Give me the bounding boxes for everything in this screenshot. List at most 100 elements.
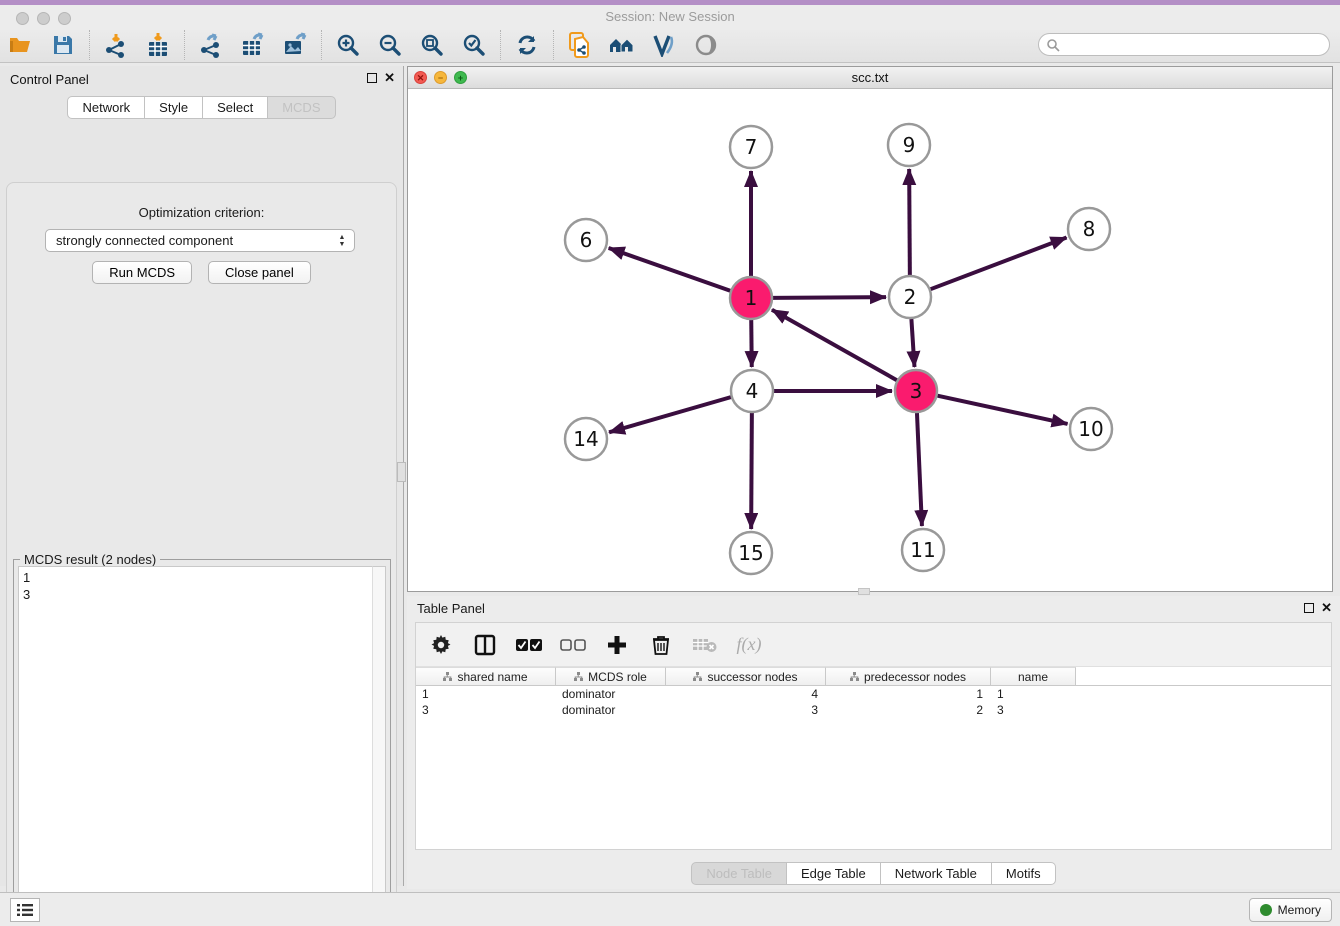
cell[interactable]: dominator xyxy=(556,702,666,718)
zoom-fit-icon[interactable] xyxy=(413,29,451,61)
tab-network[interactable]: Network xyxy=(67,96,145,119)
graph-edge-1-2[interactable] xyxy=(773,297,886,298)
home-layout-icon[interactable] xyxy=(603,29,641,61)
graph-node-14[interactable]: 14 xyxy=(565,418,607,460)
delete-column-icon[interactable] xyxy=(648,632,674,658)
tab-motifs[interactable]: Motifs xyxy=(992,862,1056,885)
clone-network-icon[interactable] xyxy=(561,29,599,61)
network-splitter-grip[interactable] xyxy=(858,588,870,595)
graph-node-1[interactable]: 1 xyxy=(730,277,772,319)
graph-node-9[interactable]: 9 xyxy=(888,124,930,166)
close-panel-button[interactable]: Close panel xyxy=(208,261,311,284)
graph-edge-2-8[interactable] xyxy=(931,238,1067,290)
graph-node-11[interactable]: 11 xyxy=(902,529,944,571)
tab-network-table[interactable]: Network Table xyxy=(881,862,992,885)
graph-edge-2-3[interactable] xyxy=(911,319,914,367)
cell[interactable]: 3 xyxy=(666,702,826,718)
graph-node-8[interactable]: 8 xyxy=(1068,208,1110,250)
tab-style[interactable]: Style xyxy=(145,96,203,119)
select-all-checks-icon[interactable] xyxy=(516,632,542,658)
control-panel-title: Control Panel xyxy=(10,72,89,87)
function-builder-icon[interactable]: f(x) xyxy=(736,632,762,658)
import-network-icon[interactable] xyxy=(97,29,135,61)
table-row[interactable]: 3dominator323 xyxy=(416,702,1331,718)
optimization-criterion-select[interactable]: strongly connected component ▲▼ xyxy=(45,229,355,252)
settings-gear-icon[interactable] xyxy=(428,632,454,658)
graph-node-2[interactable]: 2 xyxy=(889,276,931,318)
svg-text:1: 1 xyxy=(745,286,758,310)
open-folder-icon[interactable] xyxy=(2,29,40,61)
zoom-out-icon[interactable] xyxy=(371,29,409,61)
cell[interactable]: 3 xyxy=(416,702,556,718)
cell[interactable]: 3 xyxy=(991,702,1076,718)
graph-node-3[interactable]: 3 xyxy=(895,370,937,412)
column-header-predecessor-nodes[interactable]: predecessor nodes xyxy=(826,667,991,685)
import-table-icon[interactable] xyxy=(139,29,177,61)
graph-edge-3-10[interactable] xyxy=(937,396,1067,424)
float-table-panel-icon[interactable] xyxy=(1304,603,1314,613)
graph-node-10[interactable]: 10 xyxy=(1070,408,1112,450)
memory-button[interactable]: Memory xyxy=(1249,898,1332,922)
graph-edge-4-15[interactable] xyxy=(751,413,752,529)
network-title: scc.txt xyxy=(408,70,1332,85)
cell[interactable]: 1 xyxy=(991,686,1076,702)
column-layout-icon[interactable] xyxy=(472,632,498,658)
column-header-name[interactable]: name xyxy=(991,667,1076,685)
add-column-icon[interactable] xyxy=(604,632,630,658)
graph-edge-2-9[interactable] xyxy=(909,169,910,275)
graph-node-15[interactable]: 15 xyxy=(730,532,772,574)
graph-node-4[interactable]: 4 xyxy=(731,370,773,412)
search-input[interactable] xyxy=(1064,38,1329,52)
vizmapper-icon[interactable] xyxy=(645,29,683,61)
tab-select[interactable]: Select xyxy=(203,96,268,119)
tab-mcds[interactable]: MCDS xyxy=(268,96,335,119)
task-history-button[interactable] xyxy=(10,898,40,922)
run-mcds-button[interactable]: Run MCDS xyxy=(92,261,192,284)
mcds-result-text[interactable]: 1 3 xyxy=(18,566,372,926)
tab-node-table[interactable]: Node Table xyxy=(691,862,787,885)
cell[interactable]: 2 xyxy=(826,702,991,718)
graph-node-7[interactable]: 7 xyxy=(730,126,772,168)
table-panel-title: Table Panel xyxy=(417,601,485,616)
column-header-MCDS-role[interactable]: MCDS role xyxy=(556,667,666,685)
graph-edge-3-1[interactable] xyxy=(772,310,897,380)
status-bar: Memory xyxy=(0,892,1340,926)
deselect-all-checks-icon[interactable] xyxy=(560,632,586,658)
mcds-result-group: MCDS result (2 nodes) 1 3 xyxy=(13,559,391,926)
close-panel-icon[interactable]: ✕ xyxy=(384,70,395,86)
toggle-view-icon[interactable] xyxy=(687,29,725,61)
zoom-in-icon[interactable] xyxy=(329,29,367,61)
save-session-icon[interactable] xyxy=(44,29,82,61)
export-image-icon[interactable] xyxy=(276,29,314,61)
network-canvas[interactable]: 7 9 6 8 1 2 4 3 14 10 15 11 xyxy=(408,89,1332,591)
cell[interactable]: 1 xyxy=(416,686,556,702)
panel-splitter-grip[interactable] xyxy=(397,462,406,482)
delete-table-icon[interactable] xyxy=(692,632,718,658)
table-tabs: Node Table Edge Table Network Table Moti… xyxy=(407,862,1340,885)
network-graph[interactable]: 7 9 6 8 1 2 4 3 14 10 15 11 xyxy=(408,89,1332,591)
svg-text:9: 9 xyxy=(903,133,916,157)
network-titlebar[interactable]: ✕ − + scc.txt xyxy=(408,67,1332,89)
export-network-icon[interactable] xyxy=(192,29,230,61)
float-panel-icon[interactable] xyxy=(367,73,377,83)
result-scrollbar[interactable] xyxy=(372,566,386,926)
column-header-shared-name[interactable]: shared name xyxy=(416,667,556,685)
app-titlebar: Session: New Session xyxy=(0,5,1340,28)
graph-edge-1-4[interactable] xyxy=(751,320,752,367)
cell[interactable]: dominator xyxy=(556,686,666,702)
zoom-selected-icon[interactable] xyxy=(455,29,493,61)
graph-edge-3-11[interactable] xyxy=(917,413,922,526)
column-header-successor-nodes[interactable]: successor nodes xyxy=(666,667,826,685)
search-field[interactable] xyxy=(1038,33,1330,56)
cell[interactable]: 4 xyxy=(666,686,826,702)
selected-option: strongly connected component xyxy=(56,233,233,248)
table-row[interactable]: 1dominator411 xyxy=(416,686,1331,702)
graph-node-6[interactable]: 6 xyxy=(565,219,607,261)
cell[interactable]: 1 xyxy=(826,686,991,702)
close-table-panel-icon[interactable]: ✕ xyxy=(1321,600,1332,616)
export-table-icon[interactable] xyxy=(234,29,272,61)
graph-edge-1-6[interactable] xyxy=(609,248,731,291)
tab-edge-table[interactable]: Edge Table xyxy=(787,862,881,885)
refresh-layout-icon[interactable] xyxy=(508,29,546,61)
graph-edge-4-14[interactable] xyxy=(609,397,731,432)
